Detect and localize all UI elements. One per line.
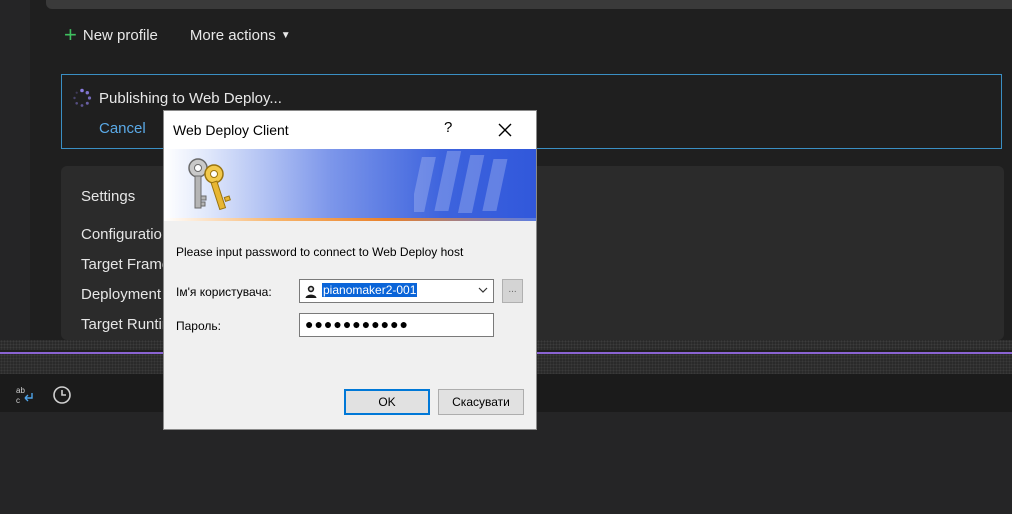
browse-users-button[interactable]: ... bbox=[502, 279, 523, 303]
cancel-publish-link[interactable]: Cancel bbox=[99, 120, 146, 137]
dialog-title: Web Deploy Client bbox=[173, 122, 289, 138]
spinner-icon bbox=[73, 88, 92, 107]
ok-button[interactable]: OK bbox=[344, 389, 430, 415]
svg-text:ab: ab bbox=[16, 386, 25, 395]
username-combobox[interactable]: pianomaker2-001 bbox=[299, 279, 494, 303]
username-value: pianomaker2-001 bbox=[322, 283, 418, 297]
left-strip bbox=[0, 0, 30, 340]
new-profile-button[interactable]: + New profile bbox=[64, 22, 158, 47]
dialog-message: Please input password to connect to Web … bbox=[176, 245, 464, 259]
web-deploy-client-dialog: Web Deploy Client ? Please input passwor… bbox=[163, 110, 537, 430]
settings-row-target-framework: Target Frame bbox=[81, 256, 171, 273]
clock-icon[interactable] bbox=[51, 384, 73, 406]
new-profile-label: New profile bbox=[82, 26, 158, 44]
banner-stripe bbox=[164, 218, 536, 221]
caret-down-icon: ▼ bbox=[280, 29, 291, 41]
user-icon bbox=[305, 285, 317, 298]
plus-icon: + bbox=[64, 22, 77, 47]
top-panel-edge bbox=[46, 0, 1012, 9]
close-icon[interactable] bbox=[494, 119, 516, 141]
password-label: Пароль: bbox=[176, 319, 221, 333]
dialog-banner bbox=[164, 149, 536, 221]
keys-icon bbox=[188, 158, 231, 211]
cancel-button[interactable]: Скасувати bbox=[438, 389, 524, 415]
svg-text:c: c bbox=[16, 396, 20, 405]
word-wrap-icon[interactable]: ab c bbox=[14, 384, 36, 406]
username-label: Ім'я користувача: bbox=[176, 285, 272, 299]
profile-toolbar: + New profile More actions ▼ bbox=[64, 22, 291, 48]
help-button[interactable]: ? bbox=[444, 119, 452, 136]
settings-title: Settings bbox=[81, 188, 136, 205]
settings-row-deployment: Deployment bbox=[81, 286, 162, 303]
settings-row-configuration: Configuratio bbox=[81, 226, 162, 243]
dialog-titlebar: Web Deploy Client ? bbox=[164, 111, 536, 149]
chevron-down-icon[interactable] bbox=[477, 284, 489, 296]
publish-status-text: Publishing to Web Deploy... bbox=[99, 90, 282, 107]
more-actions-button[interactable]: More actions ▼ bbox=[190, 27, 291, 44]
password-field[interactable]: ●●●●●●●●●●● bbox=[299, 313, 494, 337]
banner-graphic bbox=[414, 151, 508, 213]
more-actions-label: More actions bbox=[189, 26, 276, 44]
settings-row-target-runtime: Target Runtin bbox=[81, 316, 171, 333]
